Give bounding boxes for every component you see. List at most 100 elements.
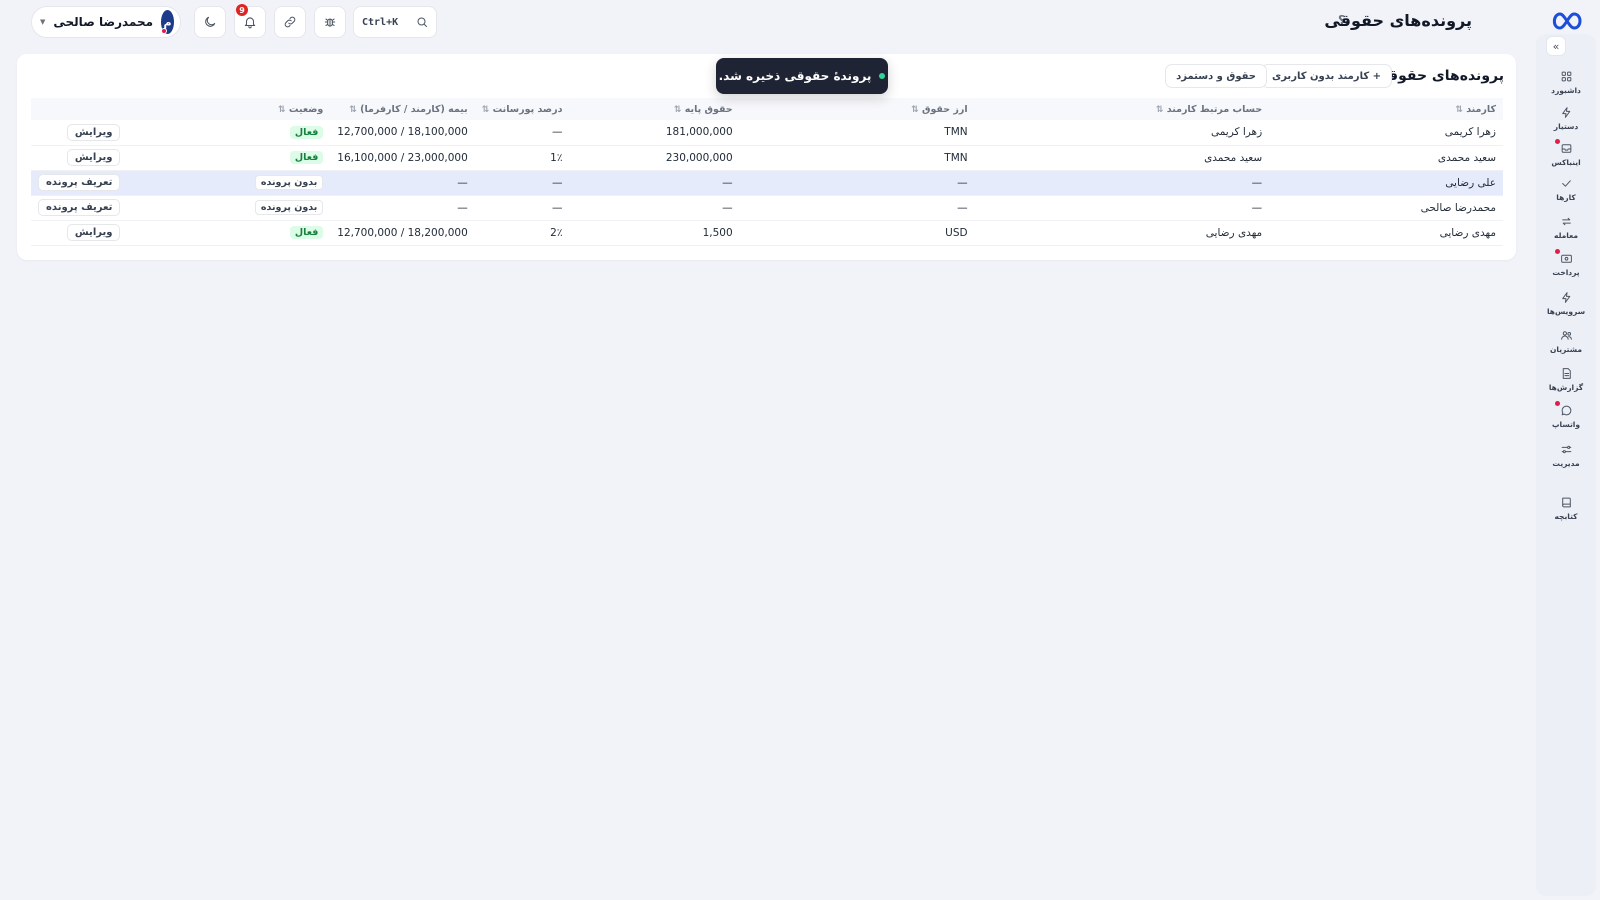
action-cell: ویرایش: [31, 120, 128, 146]
nav-item-9[interactable]: واتساپ: [1544, 398, 1588, 434]
unread-dot: [1555, 401, 1560, 406]
sort-icon[interactable]: ⇅: [911, 105, 919, 115]
success-toast: پروندهٔ حقوقی ذخیره شد.: [716, 58, 888, 94]
nav-item-11[interactable]: کتابچه: [1544, 490, 1588, 526]
nav-item-label: کتابچه: [1554, 511, 1578, 521]
nav-item-1[interactable]: دستیار: [1544, 100, 1588, 136]
users-icon: [1560, 330, 1572, 340]
nav-item-label: معامله: [1554, 230, 1578, 240]
link-icon: [284, 16, 296, 28]
payroll-table: کارمند ⇅ حساب مرتبط کارمند ⇅ ارز حقوق ⇅ حقو…: [31, 98, 1503, 246]
currency-cell: —: [739, 170, 975, 196]
table-row[interactable]: سعید محمدی سعید محمدی TMN 230,000,000 1٪ 16,1…: [31, 145, 1503, 171]
insurance-cell: 12,700,000 / 18,200,000: [330, 220, 475, 246]
success-dot-icon: [879, 73, 886, 79]
table-row[interactable]: علی رضایی — — — — — بدون پرونده تعریف پرونده: [31, 170, 1503, 196]
table-row[interactable]: محمدرضا صالحی — — — — — بدون پرونده تعریف پروند…: [31, 195, 1503, 221]
help-icon[interactable]: ؟: [1338, 13, 1345, 27]
sort-icon[interactable]: ⇅: [482, 105, 490, 115]
bolt-icon: [1561, 106, 1570, 118]
base-salary-value: 230,000,000: [665, 151, 733, 164]
status-badge: فعال: [289, 226, 324, 239]
theme-toggle-button[interactable]: [194, 6, 226, 38]
currency-cell: USD: [739, 220, 975, 246]
column-label: ارز حقوق: [921, 103, 968, 115]
sliders-icon: [1561, 445, 1571, 453]
insurance-cell: —: [330, 195, 475, 221]
row-action-button[interactable]: تعریف پرونده: [38, 199, 121, 216]
column-header[interactable]: حساب مرتبط کارمند ⇅: [974, 98, 1270, 120]
column-header[interactable]: ارز حقوق ⇅: [739, 98, 975, 120]
currency-cell: TMN: [739, 120, 975, 146]
base-salary-value: 181,000,000: [665, 126, 733, 139]
currency-cell: —: [739, 195, 975, 221]
add-employee-without-user-button[interactable]: + کارمند بدون کاربری: [1261, 64, 1392, 88]
user-name: محمدرضا صالحی: [53, 15, 154, 29]
row-action-button[interactable]: ویرایش: [66, 224, 121, 241]
nav-item-8[interactable]: گزارش‌ها: [1544, 361, 1588, 397]
row-action-button[interactable]: تعریف پرونده: [38, 174, 121, 191]
sort-icon[interactable]: ⇅: [1156, 105, 1164, 115]
swap-icon: [1561, 217, 1571, 225]
link-button[interactable]: [274, 6, 306, 38]
insurance-value: 12,700,000 / 18,100,000: [337, 126, 468, 139]
row-action-button[interactable]: ویرایش: [66, 123, 121, 141]
notifications-button[interactable]: 9: [234, 4, 266, 38]
chevron-down-icon: ▼: [40, 18, 46, 26]
account-cell: سعید محمدی: [974, 145, 1270, 171]
nav-item-label: پرداخت: [1552, 267, 1580, 277]
column-header[interactable]: وضعیت ⇅: [127, 98, 331, 120]
base-salary-cell: 181,000,000: [569, 120, 740, 146]
unread-dot: [1555, 139, 1560, 144]
account-cell: —: [974, 195, 1270, 221]
base-salary-cell: —: [569, 170, 740, 196]
book-icon: [1561, 497, 1571, 507]
nav-item-3[interactable]: کارها: [1544, 171, 1588, 207]
column-label: حساب مرتبط کارمند: [1166, 103, 1263, 115]
status-cell: فعال: [127, 145, 331, 171]
chat-icon: [1561, 405, 1571, 415]
toast-message: پروندهٔ حقوقی ذخیره شد.: [718, 69, 872, 83]
employee-cell: محمدرضا صالحی: [1269, 195, 1503, 221]
nav-item-6[interactable]: سرویس‌ها: [1544, 285, 1588, 321]
insurance-value: 12,700,000 / 18,200,000: [337, 226, 468, 239]
salary-and-wages-button[interactable]: حقوق و دستمزد: [1165, 64, 1267, 88]
nav-item-4[interactable]: معامله: [1544, 209, 1588, 245]
notification-count-badge: 9: [236, 4, 248, 16]
table-row[interactable]: زهرا کریمی زهرا کریمی TMN 181,000,000—12,70…: [31, 120, 1503, 146]
nav-item-label: سرویس‌ها: [1546, 306, 1586, 316]
nav-item-label: واتساپ: [1551, 419, 1581, 429]
nav-item-5[interactable]: پرداخت: [1544, 246, 1588, 282]
column-header[interactable]: حقوق پایه ⇅: [569, 98, 740, 120]
sort-icon[interactable]: ⇅: [278, 105, 286, 115]
status-cell: بدون پرونده: [127, 170, 331, 196]
nav-item-label: اینباکس: [1551, 157, 1581, 167]
column-header[interactable]: درصد پورسانت ⇅: [474, 98, 570, 120]
avatar: م: [161, 10, 174, 34]
nav-item-2[interactable]: اینباکس: [1544, 136, 1588, 172]
search-button[interactable]: Ctrl+K: [353, 6, 437, 38]
unread-dot: [1555, 249, 1560, 254]
sort-icon[interactable]: ⇅: [674, 105, 682, 115]
user-menu[interactable]: م محمدرضا صالحی ▼: [31, 6, 181, 38]
employee-cell: سعید محمدی: [1269, 145, 1503, 171]
nav-item-10[interactable]: مدیریت: [1544, 437, 1588, 473]
status-badge: بدون پرونده: [254, 200, 324, 215]
account-cell: زهرا کریمی: [974, 120, 1270, 146]
bug-report-button[interactable]: [314, 6, 346, 38]
row-action-button[interactable]: ویرایش: [66, 149, 121, 166]
nav-item-label: دستیار: [1553, 121, 1579, 131]
bell-icon: [244, 17, 256, 29]
commission-cell: —: [474, 195, 570, 221]
nav-item-7[interactable]: مشتریان: [1544, 323, 1588, 359]
column-header[interactable]: کارمند ⇅: [1269, 98, 1503, 120]
collapse-nav-icon[interactable]: »: [1546, 36, 1566, 56]
bolt-icon: [1561, 291, 1570, 303]
column-header[interactable]: بیمه (کارمند / کارفرما) ⇅: [330, 98, 475, 120]
nav-item-label: مشتریان: [1549, 344, 1583, 354]
nav-item-0[interactable]: داشبورد: [1544, 64, 1588, 100]
sort-icon[interactable]: ⇅: [1455, 105, 1463, 115]
sort-icon[interactable]: ⇅: [349, 105, 357, 115]
brand-logo-icon[interactable]: [1550, 10, 1584, 32]
table-row[interactable]: مهدی رضایی مهدی رضایی USD 1,500 2٪ 12,700,000…: [31, 220, 1503, 246]
